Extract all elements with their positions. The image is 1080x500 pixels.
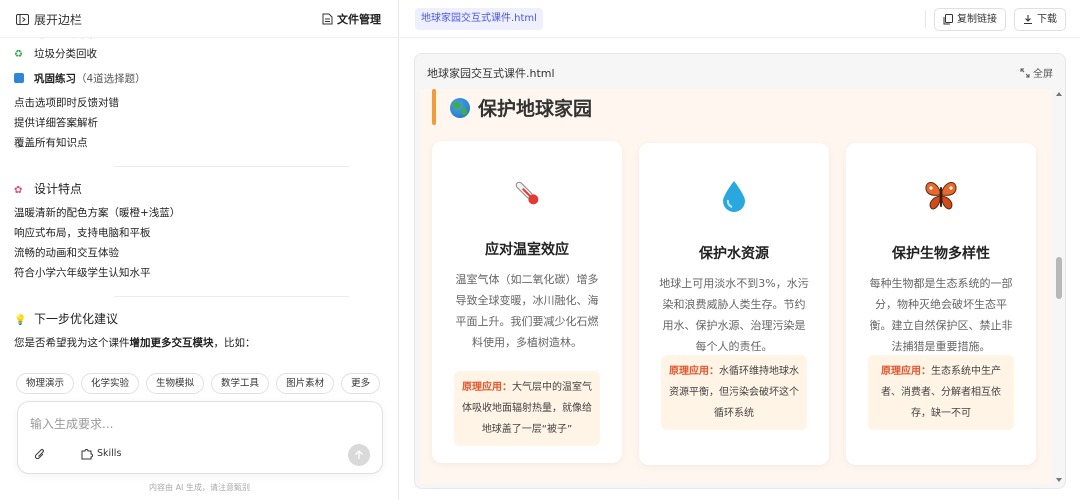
file-manage-label: 文件管理 bbox=[337, 13, 381, 26]
file-icon bbox=[322, 13, 333, 25]
list-item: 提供详细答案解析 bbox=[14, 117, 98, 129]
chip-biology[interactable]: 生物模拟 bbox=[146, 373, 205, 394]
card-water[interactable]: 保护水资源 地球上可用淡水不到3%，水污染和浪费威胁人类生存。节约用水、保护水源… bbox=[639, 143, 829, 465]
principle-note: 原理应用：大气层中的温室气体吸收地面辐射热量，就像给地球盖了一层“被子” bbox=[454, 371, 600, 446]
sidebar-expand-icon bbox=[16, 14, 29, 25]
list-item: 流畅的动画和交互体验 bbox=[14, 247, 119, 259]
download-button[interactable]: 下载 bbox=[1014, 8, 1066, 31]
scrollbar-thumb[interactable] bbox=[1056, 257, 1062, 299]
suggestion-chips: 物理演示 化学实验 生物模拟 数学工具 图片素材 更多 bbox=[16, 373, 381, 394]
copy-link-button[interactable]: 复制链接 bbox=[934, 8, 1006, 31]
section-accent-bar bbox=[432, 89, 436, 125]
section-title: 保护地球家园 bbox=[450, 94, 592, 121]
ai-disclaimer: 内容由 AI 生成，请注意甄别 bbox=[149, 483, 250, 492]
preview-panel: 地球家园交互式课件.html 复制链接 下载 地球家园交互式课件.html 全屏… bbox=[400, 0, 1080, 500]
chip-physics[interactable]: 物理演示 bbox=[16, 373, 75, 394]
divider bbox=[114, 166, 349, 167]
water-drop-icon bbox=[639, 179, 829, 213]
courseware-content[interactable]: 保护地球家园 应对温室效应 温室气体（如二氧化碳）增多导致全球变暖，冰川融化、海… bbox=[420, 89, 1052, 484]
header-divider bbox=[925, 10, 926, 28]
principle-note: 原理应用：生态系统中生产者、消费者、分解者相互依存，缺一不可 bbox=[868, 355, 1014, 430]
file-manage-button[interactable]: 文件管理 bbox=[322, 11, 381, 27]
butterfly-icon bbox=[846, 179, 1036, 213]
list-item: ♻ 垃圾分类回收 bbox=[14, 44, 384, 64]
section-title-text: 保护地球家园 bbox=[478, 98, 593, 120]
prompt-input-box[interactable]: 输入生成要求... Skills bbox=[17, 401, 383, 474]
download-label: 下载 bbox=[1037, 14, 1057, 25]
principle-label: 原理应用： bbox=[881, 366, 931, 377]
copy-link-label: 复制链接 bbox=[957, 14, 997, 25]
fullscreen-button[interactable]: 全屏 bbox=[1020, 65, 1053, 80]
list-item: 响应式布局，支持电脑和平板 bbox=[14, 227, 151, 239]
principle-label: 原理应用： bbox=[462, 382, 512, 393]
card-description: 温室气体（如二氧化碳）增多导致全球变暖，冰川融化、海平面上升。我们要减少化石燃料… bbox=[455, 273, 599, 349]
card-title: 保护生物多样性 bbox=[892, 246, 990, 262]
list-item: 符合小学六年级学生认知水平 bbox=[14, 267, 151, 279]
chip-images[interactable]: 图片素材 bbox=[276, 373, 335, 394]
list-item: 温暖清新的配色方案（暖橙+浅蓝） bbox=[14, 207, 181, 219]
scroll-down-arrow[interactable] bbox=[1056, 478, 1062, 482]
fullscreen-label: 全屏 bbox=[1033, 69, 1053, 80]
skills-label: Skills bbox=[97, 448, 122, 459]
app-root: ☀光、空气与水 ♻垃圾分类回收 巩固练习（4道选择题） 点击选项即时反馈对错 提… bbox=[0, 0, 1080, 500]
chip-math-tools[interactable]: 数学工具 bbox=[211, 373, 270, 394]
send-button[interactable] bbox=[348, 444, 370, 466]
card-title: 应对温室效应 bbox=[485, 242, 569, 258]
practice-icon bbox=[14, 70, 28, 90]
lightbulb-icon: 💡 bbox=[14, 315, 27, 326]
html-preview-window: 地球家园交互式课件.html 全屏 保护地球家园 应对温室效应 温室气体（如二氧… bbox=[414, 53, 1066, 489]
list-item: 点击选项即时反馈对错 bbox=[14, 97, 119, 109]
card-greenhouse[interactable]: 应对温室效应 温室气体（如二氧化碳）增多导致全球变暖，冰川融化、海平面上升。我们… bbox=[432, 141, 622, 463]
chat-panel: ☀光、空气与水 ♻垃圾分类回收 巩固练习（4道选择题） 点击选项即时反馈对错 提… bbox=[0, 0, 399, 500]
preview-title: 地球家园交互式课件.html bbox=[427, 67, 555, 80]
paperclip-icon[interactable] bbox=[34, 448, 46, 462]
thermometer-icon bbox=[432, 177, 622, 209]
question-line: 您是否希望我为这个课件增加更多交互模块，比如： bbox=[14, 337, 256, 349]
design-heading: ✿ 设计特点 bbox=[14, 179, 384, 199]
right-header: 地球家园交互式课件.html 复制链接 下载 bbox=[400, 0, 1080, 38]
card-title: 保护水资源 bbox=[699, 246, 769, 262]
chat-transcript: ☀光、空气与水 ♻垃圾分类回收 巩固练习（4道选择题） 点击选项即时反馈对错 提… bbox=[14, 24, 384, 353]
file-tab[interactable]: 地球家园交互式课件.html bbox=[415, 8, 543, 30]
chip-more[interactable]: 更多 bbox=[341, 373, 381, 394]
divider bbox=[114, 296, 349, 297]
next-heading: 💡 下一步优化建议 bbox=[14, 309, 384, 329]
expand-icon bbox=[1020, 68, 1030, 78]
card-description: 地球上可用淡水不到3%，水污染和浪费威胁人类生存。节约用水、保护水源、治理污染是… bbox=[659, 277, 809, 353]
puzzle-icon bbox=[80, 447, 93, 460]
download-icon bbox=[1023, 14, 1033, 25]
skills-button[interactable]: Skills bbox=[80, 447, 121, 460]
practice-heading: 巩固练习（4道选择题） bbox=[14, 69, 384, 89]
recycle-icon: ♻ bbox=[14, 49, 23, 60]
scroll-up-arrow[interactable] bbox=[1056, 92, 1062, 96]
arrow-up-icon bbox=[355, 450, 363, 459]
card-biodiversity[interactable]: 保护生物多样性 每种生物都是生态系统的一部分，物种灭绝会破坏生态平衡。建立自然保… bbox=[846, 143, 1036, 465]
copy-icon bbox=[943, 14, 953, 25]
globe-icon bbox=[450, 97, 470, 118]
chip-chemistry[interactable]: 化学实验 bbox=[81, 373, 140, 394]
principle-label: 原理应用： bbox=[669, 366, 719, 377]
list-item: 覆盖所有知识点 bbox=[14, 137, 88, 149]
expand-sidebar-label: 展开边栏 bbox=[34, 13, 83, 27]
palette-icon: ✿ bbox=[14, 185, 23, 196]
left-header: 展开边栏 文件管理 bbox=[0, 0, 398, 38]
principle-note: 原理应用：水循环维持地球水资源平衡，但污染会破坏这个循环系统 bbox=[661, 355, 807, 430]
prompt-input[interactable]: 输入生成要求... bbox=[30, 415, 113, 432]
preview-scrollbar[interactable] bbox=[1055, 90, 1063, 484]
expand-sidebar-button[interactable]: 展开边栏 bbox=[16, 11, 82, 28]
card-description: 每种生物都是生态系统的一部分，物种灭绝会破坏生态平衡。建立自然保护区、禁止非法捕… bbox=[869, 277, 1013, 353]
